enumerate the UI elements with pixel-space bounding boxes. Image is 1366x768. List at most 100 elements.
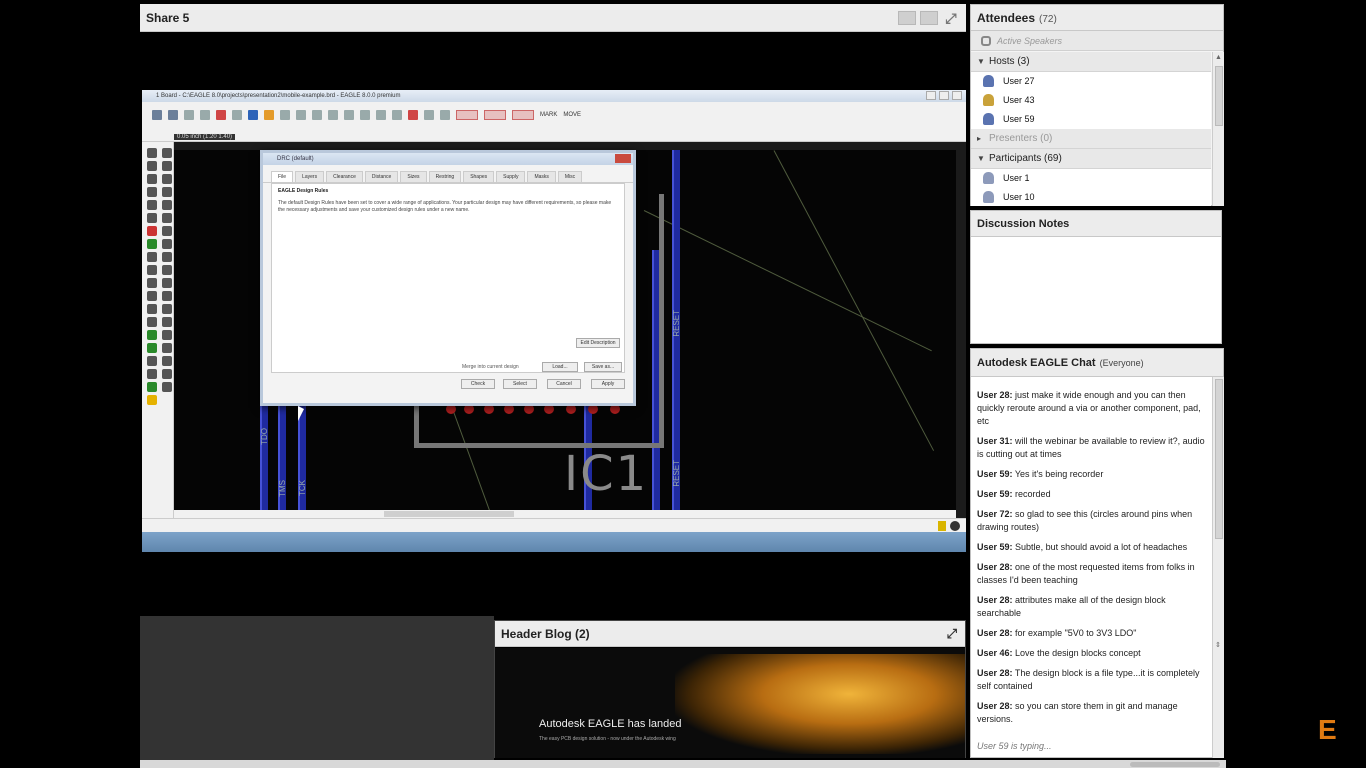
paste-icon[interactable] (162, 226, 172, 236)
check-button[interactable]: Check (461, 379, 495, 389)
tab-supply[interactable]: Supply (496, 171, 526, 182)
list-item[interactable]: User 1 (971, 169, 1211, 188)
apply-button[interactable]: Apply (591, 379, 625, 389)
mark-tool[interactable]: MARK (540, 110, 557, 120)
tab-sizes[interactable]: Sizes (400, 171, 427, 182)
rotate-icon[interactable] (162, 187, 172, 197)
schematic-icon[interactable] (216, 110, 226, 120)
redraw-icon[interactable] (360, 110, 370, 120)
route-icon[interactable] (162, 265, 172, 275)
move-icon[interactable] (147, 174, 157, 184)
mirror-icon[interactable] (147, 187, 157, 197)
list-item[interactable]: User 59 (971, 110, 1211, 129)
move-tool[interactable]: MOVE (563, 110, 581, 120)
list-item[interactable]: User 27 (971, 72, 1211, 91)
edit-description-button[interactable]: Edit Description (576, 338, 620, 348)
scroll-up-icon[interactable]: ▲ (1215, 54, 1222, 61)
ratsnest-icon[interactable] (512, 110, 534, 120)
chat-audience[interactable]: (Everyone) (1100, 358, 1144, 368)
hole-icon[interactable] (147, 343, 157, 353)
dimension-icon[interactable] (147, 356, 157, 366)
wire-icon[interactable] (147, 291, 157, 301)
fullscreen-icon[interactable]: ⤢ (942, 11, 960, 25)
ripup-icon[interactable] (147, 278, 157, 288)
chat-scrollbar[interactable]: ⇕ (1212, 377, 1224, 758)
rect-icon[interactable] (147, 317, 157, 327)
info-icon[interactable] (147, 148, 157, 158)
arc-icon[interactable] (162, 304, 172, 314)
split-icon[interactable] (162, 252, 172, 262)
scrollbar-thumb[interactable] (1215, 379, 1223, 539)
drc-tool-icon[interactable] (162, 382, 172, 392)
add-icon[interactable] (147, 226, 157, 236)
board-icon[interactable] (232, 110, 242, 120)
via-icon[interactable] (147, 330, 157, 340)
canvas-horizontal-scrollbar[interactable] (174, 510, 956, 518)
replace-icon[interactable] (147, 239, 157, 249)
scrollbar-thumb[interactable] (1215, 66, 1223, 126)
ratsnest-tool-icon[interactable] (162, 356, 172, 366)
redo-icon[interactable] (392, 110, 402, 120)
tab-masks[interactable]: Masks (527, 171, 556, 182)
polygon-icon[interactable] (162, 317, 172, 327)
save-icon[interactable] (168, 110, 178, 120)
wrench-icon[interactable] (162, 213, 172, 223)
scroll-down-icon[interactable]: ⇕ (1215, 641, 1221, 649)
tab-layers[interactable]: Layers (295, 171, 325, 182)
load-button[interactable]: Load... (542, 362, 578, 372)
delete-icon[interactable] (147, 213, 157, 223)
fullscreen-icon[interactable]: ⤢ (947, 627, 957, 641)
tab-clearance[interactable]: Clearance (326, 171, 363, 182)
show-icon[interactable] (162, 148, 172, 158)
script-icon[interactable] (264, 110, 274, 120)
group-icon[interactable] (147, 200, 157, 210)
category-participants[interactable]: ▼ Participants (69) (971, 149, 1211, 169)
close-icon[interactable] (952, 91, 962, 100)
erc-icon[interactable] (484, 110, 506, 120)
miter-icon[interactable] (147, 265, 157, 275)
erc-tool-icon[interactable] (147, 382, 157, 392)
actual-size-icon[interactable] (920, 10, 938, 25)
mark-icon[interactable] (162, 161, 172, 171)
undo-icon[interactable] (376, 110, 386, 120)
print-icon[interactable] (184, 110, 194, 120)
zoom-select-icon[interactable] (344, 110, 354, 120)
category-hosts[interactable]: ▼ Hosts (3) (971, 52, 1211, 72)
optimize-icon[interactable] (162, 369, 172, 379)
blog-banner[interactable]: Autodesk EAGLE has landed The easy PCB d… (495, 648, 965, 758)
info-status-icon[interactable] (950, 521, 960, 531)
zoom-out-icon[interactable] (328, 110, 338, 120)
smash-icon[interactable] (147, 252, 157, 262)
meander-icon[interactable] (162, 278, 172, 288)
tab-restring[interactable]: Restring (428, 171, 462, 182)
drc-icon[interactable] (456, 110, 478, 120)
bottom-control[interactable] (1130, 762, 1220, 767)
open-icon[interactable] (152, 110, 162, 120)
autorouter-icon[interactable] (147, 369, 157, 379)
scrollbar-thumb[interactable] (384, 511, 514, 517)
select-button[interactable]: Select (503, 379, 537, 389)
list-item[interactable]: User 43 (971, 91, 1211, 110)
layers-icon[interactable] (280, 110, 290, 120)
stop-icon[interactable] (408, 110, 418, 120)
category-presenters[interactable]: ▸ Presenters (0) (971, 129, 1211, 149)
help-icon[interactable] (440, 110, 450, 120)
errors-icon[interactable] (147, 395, 157, 405)
attribute-icon[interactable] (162, 343, 172, 353)
save-as-button[interactable]: Save as... (584, 362, 622, 372)
maximize-icon[interactable] (939, 91, 949, 100)
text-icon[interactable] (162, 291, 172, 301)
ulp-icon[interactable] (248, 110, 258, 120)
tab-distance[interactable]: Distance (364, 171, 399, 182)
change-icon[interactable] (162, 200, 172, 210)
go-icon[interactable] (424, 110, 434, 120)
minimize-icon[interactable] (926, 91, 936, 100)
copy-icon[interactable] (162, 174, 172, 184)
attendees-scrollbar[interactable]: ▲ (1212, 52, 1224, 206)
close-icon[interactable] (615, 154, 631, 163)
list-item[interactable]: User 10 (971, 188, 1211, 206)
zoom-fit-icon[interactable] (296, 110, 306, 120)
tab-shapes[interactable]: Shapes (463, 171, 495, 182)
cancel-button[interactable]: Cancel (547, 379, 581, 389)
lock-icon[interactable] (162, 239, 172, 249)
